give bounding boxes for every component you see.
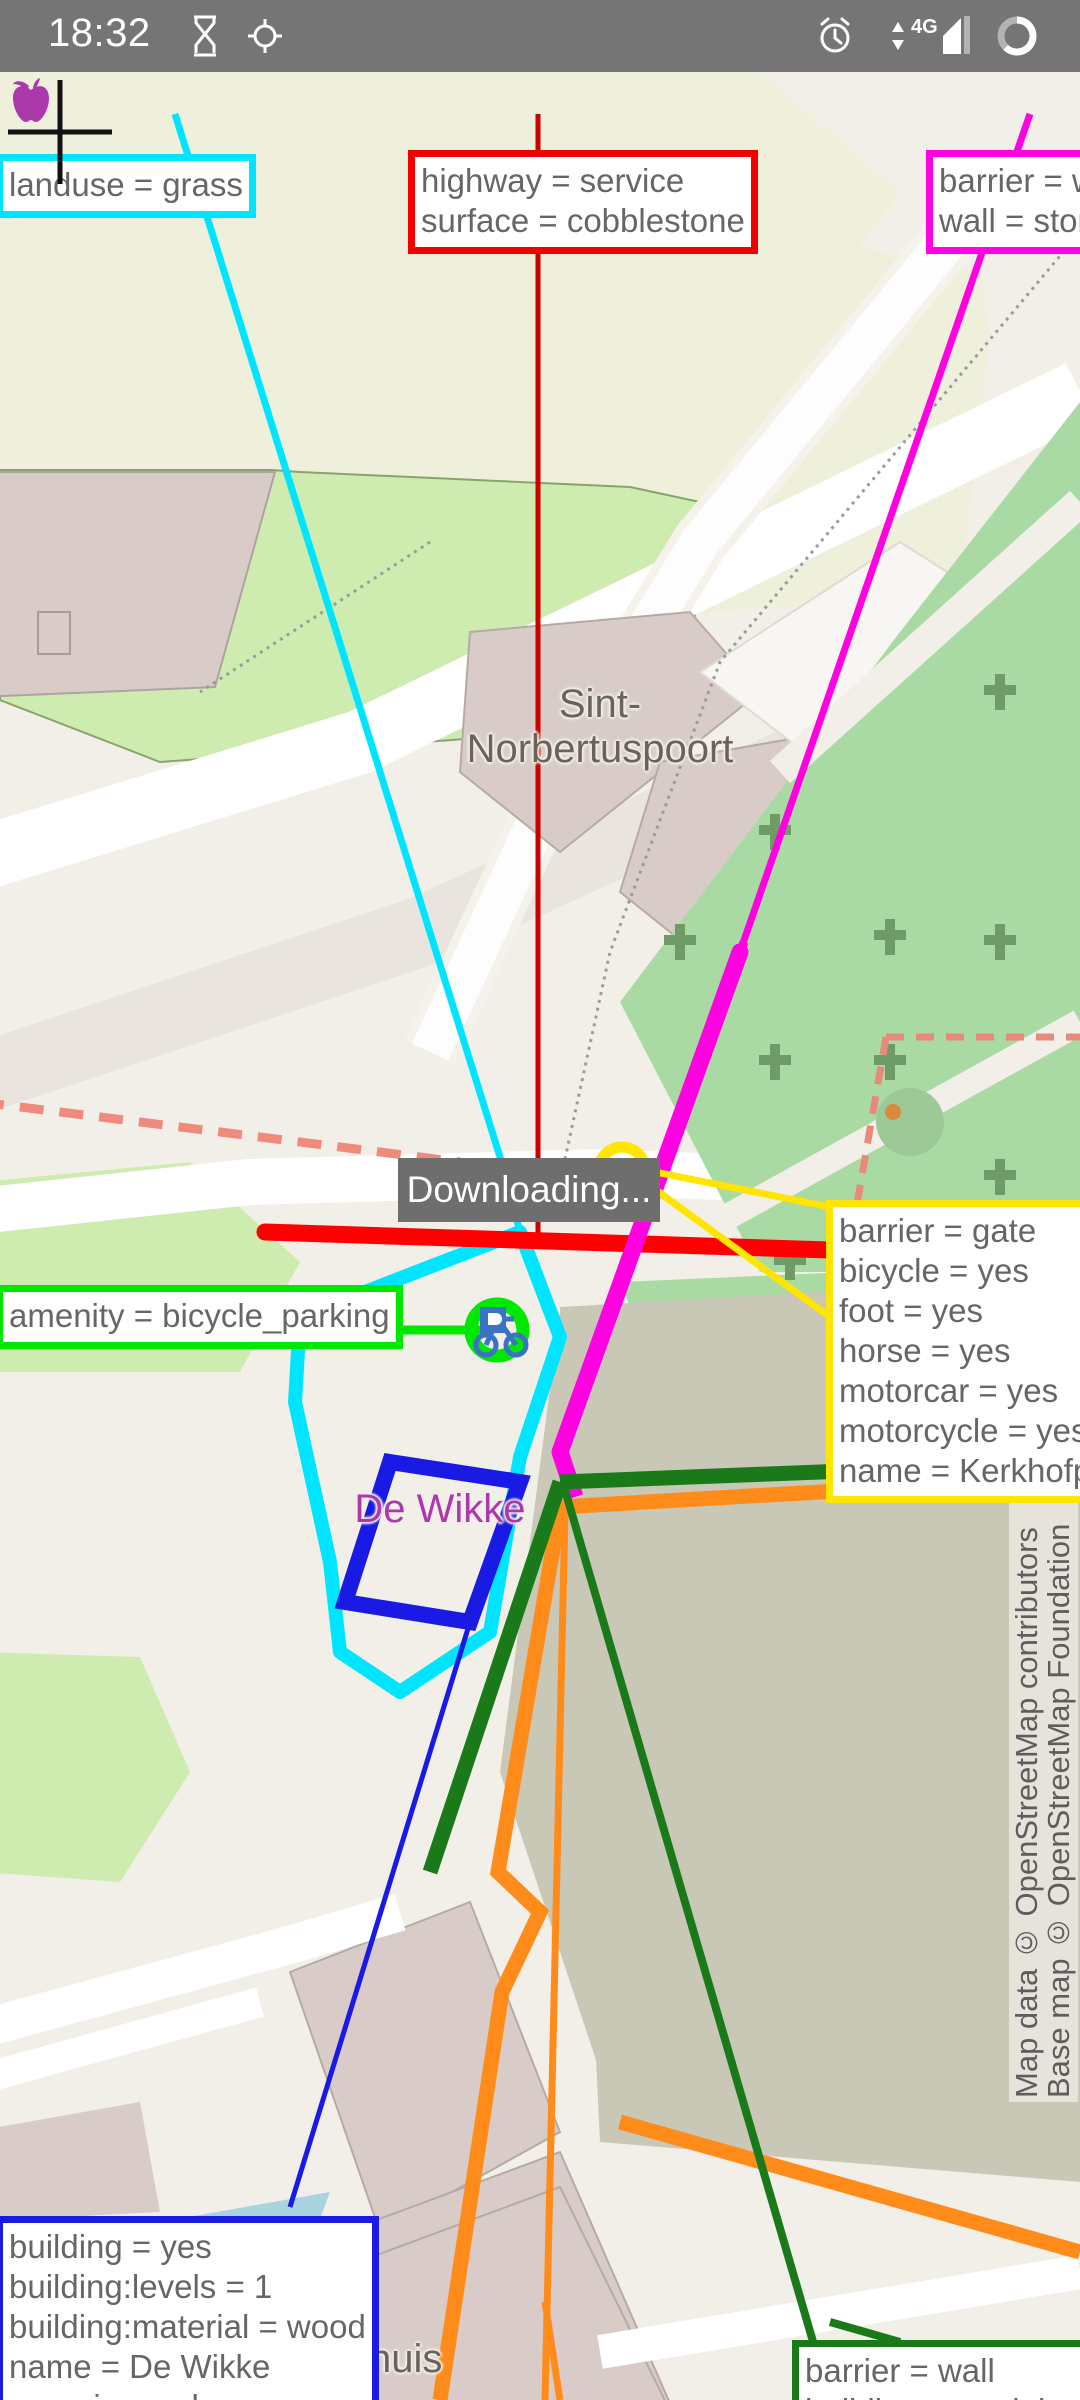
tag-line: wall = stone	[939, 201, 1080, 239]
svg-text:4G: 4G	[911, 16, 938, 38]
status-bar: 18:32 4G	[0, 0, 1080, 72]
tag-line: highway = service	[421, 162, 685, 199]
tagbox-highway-service[interactable]: highway = service surface = cobblestone	[408, 150, 758, 254]
tag-line: building:material = wood	[9, 2307, 366, 2345]
hourglass-icon	[185, 0, 225, 72]
attribution-line-1: Map data © OpenStreetMap contributors	[1008, 1527, 1044, 2098]
screen-root: Sint- Norbertuspoort De Wikke isorenhuis…	[0, 0, 1080, 2400]
tag-line: amenity = bicycle_parking	[9, 1297, 390, 1334]
tag-line: horse = yes	[839, 1331, 1011, 1369]
bicycle-parking-icon	[473, 1307, 529, 1358]
tag-line: name = Kerkhofpoort	[839, 1451, 1080, 1489]
tag-line: building:levels = 1	[9, 2267, 273, 2305]
gps-icon	[243, 0, 287, 72]
tag-line: building = yes	[9, 2228, 212, 2265]
tag-line: surface = cobblestone	[421, 201, 745, 239]
tag-line: building:material = brick	[805, 2391, 1080, 2400]
status-clock: 18:32	[48, 11, 151, 55]
tag-line: foot = yes	[839, 1291, 984, 1329]
map-canvas[interactable]: Sint- Norbertuspoort De Wikke isorenhuis…	[0, 72, 1080, 2400]
tag-line: barrier = wall	[939, 162, 1080, 199]
attribution-line-2: Base map © OpenStreetMap Foundation	[1041, 1523, 1077, 2098]
network-4g-icon: 4G	[906, 0, 978, 72]
tag-line: name = De Wikke	[9, 2347, 271, 2385]
map-attribution: Map data © OpenStreetMap contributors Ba…	[1008, 1490, 1078, 2102]
alarm-icon	[812, 0, 858, 72]
tagbox-barrier-gate[interactable]: barrier = gate bicycle = yes foot = yes …	[826, 1200, 1080, 1504]
tag-line: barrier = gate	[839, 1212, 1037, 1249]
loading-ring-icon	[990, 0, 1044, 72]
tagbox-barrier-wall-bottomright[interactable]: barrier = wall building:material = brick…	[792, 2340, 1080, 2400]
toast-message: Downloading...	[406, 1169, 652, 1210]
tagbox-barrier-wall-topright[interactable]: barrier = wall wall = stone	[926, 150, 1080, 254]
downloading-toast: Downloading...	[398, 1158, 660, 1222]
tag-line: bicycle = yes	[839, 1251, 1029, 1289]
tag-line: barrier = wall	[805, 2352, 995, 2389]
tag-line: motorcycle = yes	[839, 1411, 1080, 1449]
tagbox-building-de-wikke[interactable]: building = yes building:levels = 1 build…	[0, 2216, 379, 2400]
tag-line: organic = only	[9, 2387, 366, 2400]
tag-line: motorcar = yes	[839, 1371, 1059, 1409]
tagbox-amenity-bicycle-parking[interactable]: amenity = bicycle_parking	[0, 1285, 403, 1349]
map-center-crosshair-icon	[8, 80, 112, 184]
